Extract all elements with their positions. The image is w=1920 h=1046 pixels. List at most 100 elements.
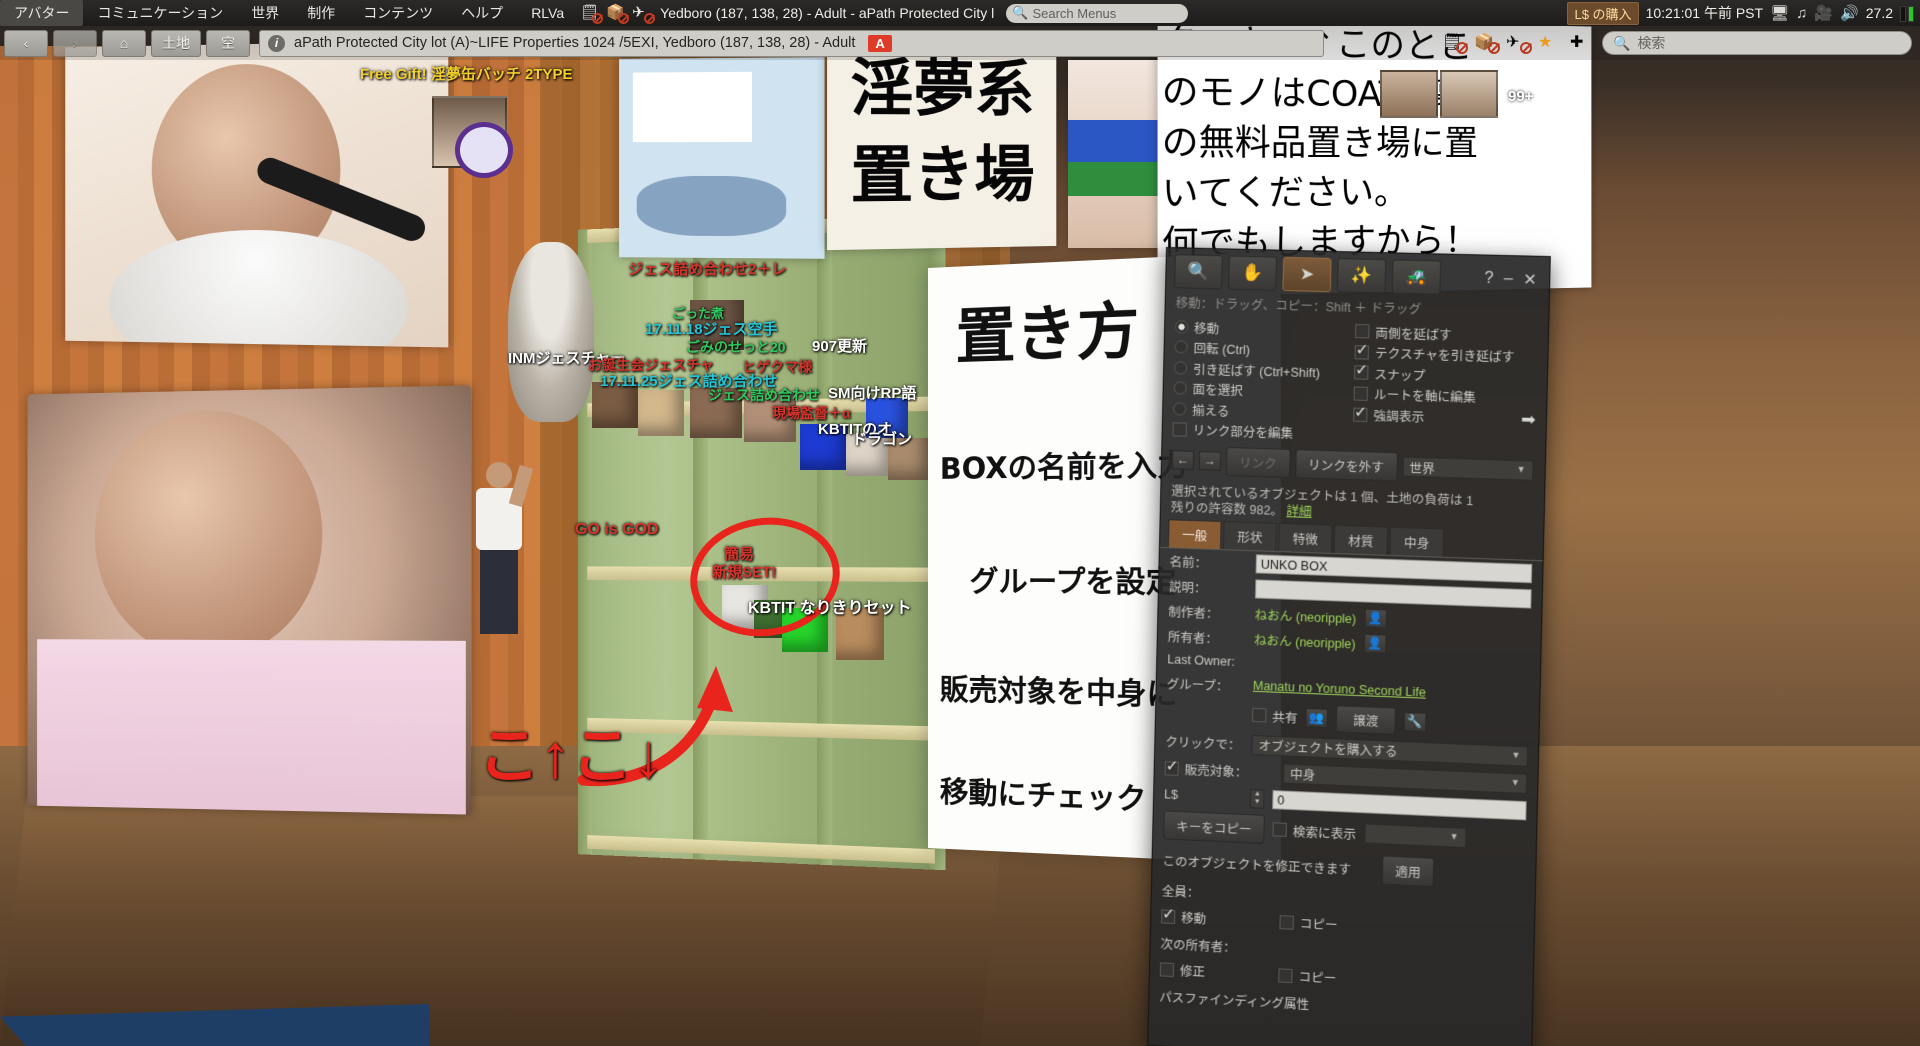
radio-move[interactable]: 移動 [1174, 317, 1341, 340]
wall-badge-circle [455, 122, 513, 178]
copy-key-button[interactable]: キーをコピー [1163, 809, 1265, 844]
checkbox-everyone-move[interactable]: 移動 [1161, 906, 1272, 930]
expand-arrow-icon[interactable]: ➡ [1521, 409, 1536, 430]
sky-button[interactable]: 空 [206, 29, 250, 57]
add-landmark-icon[interactable]: ✚ [1570, 31, 1596, 55]
clock-label[interactable]: 10:21:01 午前 PST [1646, 3, 1764, 23]
group-profile-icon[interactable]: 👥 [1305, 707, 1329, 728]
shelf-item[interactable] [690, 388, 742, 438]
wrench-icon[interactable]: 🔧 [1403, 711, 1427, 732]
minimize-button[interactable]: – [1504, 270, 1514, 288]
search-input[interactable]: 🔍 検索 [1602, 31, 1912, 55]
tab-object[interactable]: 形状 [1222, 520, 1277, 551]
script-disabled-icon[interactable]: 🗒 [580, 3, 604, 24]
last-owner-label: Last Owner: [1167, 651, 1235, 669]
world-3d-viewport[interactable]: 淫夢系 置き場 クッキー↑このとこ のモノはCOATの裏 の無料品置き場に置 い… [0, 0, 1920, 1046]
monitor-icon[interactable]: 🖥 [1770, 4, 1789, 22]
owner-profile-icon[interactable]: 👤 [1363, 633, 1387, 654]
move-right-icon[interactable]: → [1198, 450, 1222, 471]
shelf-item[interactable] [782, 608, 828, 652]
fly-disabled-icon[interactable]: ✈ [632, 3, 656, 24]
tab-contents[interactable]: 中身 [1389, 526, 1445, 557]
search-icon: 🔍 [1012, 5, 1029, 20]
build-checkbox-group: 両側を延ばす テクスチャを引き延ばす スナップ ルートを軸に編集 強調表示 [1352, 320, 1537, 451]
shelf-item[interactable] [800, 424, 848, 470]
land-tool-icon[interactable]: 🚜 [1391, 259, 1442, 295]
shelf-item[interactable] [690, 300, 744, 350]
menu-help[interactable]: ヘルプ [447, 0, 517, 26]
buy-currency-button[interactable]: L$ の購入 [1567, 1, 1639, 25]
move-left-icon[interactable]: ← [1171, 449, 1195, 470]
create-tool-icon[interactable]: ✨ [1336, 258, 1387, 294]
checkbox-next-modify[interactable]: 修正 [1159, 959, 1271, 984]
script-disabled-icon[interactable]: 🗒 [1442, 31, 1468, 55]
menu-content[interactable]: コンテンツ [349, 0, 447, 26]
shelf-item[interactable] [744, 392, 796, 442]
avatar-creature[interactable] [508, 242, 594, 422]
menubar-location-text: Yedboro (187, 138, 28) - Adult - aPath P… [660, 5, 995, 21]
group-value[interactable]: Manatu no Yoruno Second Life [1253, 679, 1426, 700]
checkbox-everyone-copy[interactable]: コピー [1279, 912, 1338, 934]
search-menus-input[interactable]: 🔍 Search Menus [1006, 3, 1189, 23]
poster-strip [1068, 60, 1164, 248]
build-disabled-icon[interactable]: 📦 [606, 3, 630, 24]
radio-dot [1174, 319, 1189, 334]
back-button[interactable]: ‹ [4, 29, 48, 57]
radio-stretch[interactable]: 引き延ばす (Ctrl+Shift) [1174, 358, 1340, 382]
permission-preset-dropdown[interactable] [1363, 823, 1467, 849]
shelf-item[interactable] [866, 398, 908, 438]
favorite-star-icon[interactable]: ★ [1538, 31, 1564, 55]
apply-button[interactable]: 適用 [1381, 854, 1435, 887]
menu-rlva[interactable]: RLVa [517, 2, 578, 24]
volume-icon[interactable]: 🔊 [1840, 4, 1859, 22]
link-button[interactable]: リンク [1225, 446, 1291, 478]
checkbox-highlight[interactable]: 強調表示 ➡ [1353, 404, 1536, 430]
close-button[interactable]: ✕ [1523, 270, 1537, 291]
price-stepper[interactable]: ▲ ▼ [1250, 788, 1265, 809]
menu-build[interactable]: 制作 [293, 0, 349, 26]
shelf-item[interactable] [846, 434, 890, 476]
checkbox-show-in-search[interactable]: 検索に表示 [1272, 820, 1356, 843]
land-button[interactable]: 土地 [151, 29, 201, 57]
pan-tool-icon[interactable]: ✋ [1228, 255, 1278, 291]
music-icon[interactable]: ♫ [1796, 5, 1807, 22]
owner-value[interactable]: ねおん (neoripple) [1254, 629, 1356, 652]
tab-features[interactable]: 特徴 [1278, 522, 1333, 553]
radio-rotate[interactable]: 回転 (Ctrl) [1174, 337, 1340, 361]
build-disabled-icon[interactable]: 📦 [1474, 31, 1500, 55]
next-owner-label: 次の所有者： [1160, 936, 1236, 955]
help-button[interactable]: ? [1484, 270, 1494, 288]
shelf-item[interactable] [592, 382, 638, 428]
tab-texture[interactable]: 材質 [1333, 524, 1389, 555]
ban-overlay [644, 13, 656, 24]
location-bar[interactable]: i aPath Protected City lot (A)~LIFE Prop… [259, 29, 1324, 57]
fly-disabled-icon[interactable]: ✈ [1506, 31, 1532, 55]
menu-communication[interactable]: コミュニケーション [83, 0, 237, 26]
search-icon: 🔍 [1613, 34, 1631, 51]
zoom-tool-icon[interactable]: 🔍 [1174, 254, 1223, 290]
shelf-item[interactable] [638, 390, 684, 436]
checkbox-edit-linked-parts[interactable]: リンク部分を編集 [1172, 419, 1338, 443]
checkbox-next-copy[interactable]: コピー [1278, 965, 1337, 987]
creator-profile-icon[interactable]: 👤 [1364, 608, 1387, 628]
reference-frame-dropdown[interactable]: 世界 [1402, 456, 1534, 481]
avatar-person[interactable] [470, 462, 534, 647]
menu-world[interactable]: 世界 [237, 0, 293, 26]
creator-value[interactable]: ねおん (neoripple) [1254, 604, 1356, 627]
green-shelf-unit[interactable] [577, 213, 946, 871]
shelf-item[interactable] [836, 608, 884, 660]
move-tool-icon[interactable]: ➤ [1282, 256, 1332, 293]
info-icon[interactable]: i [268, 34, 285, 52]
checkbox-share[interactable]: 共有 [1252, 705, 1298, 726]
detail-link[interactable]: 詳細 [1286, 504, 1312, 519]
forward-button[interactable]: › [53, 29, 97, 57]
home-button[interactable]: ⌂ [102, 29, 146, 57]
menu-avatar[interactable]: アバター [0, 0, 84, 26]
deed-button[interactable]: 譲渡 [1335, 704, 1397, 735]
media-icon[interactable]: 🎥 [1814, 4, 1833, 22]
tab-general[interactable]: 一般 [1167, 518, 1222, 549]
shelf-item[interactable] [888, 438, 932, 480]
checkbox-for-sale[interactable]: 販売対象： [1164, 758, 1275, 782]
build-tools-floater[interactable]: 🔍 ✋ ➤ ✨ 🚜 ? – ✕ 移動：ドラッグ、コピー：Shift ＋ ドラッグ… [1147, 247, 1551, 1046]
unlink-button[interactable]: リンクを外す [1294, 448, 1398, 482]
